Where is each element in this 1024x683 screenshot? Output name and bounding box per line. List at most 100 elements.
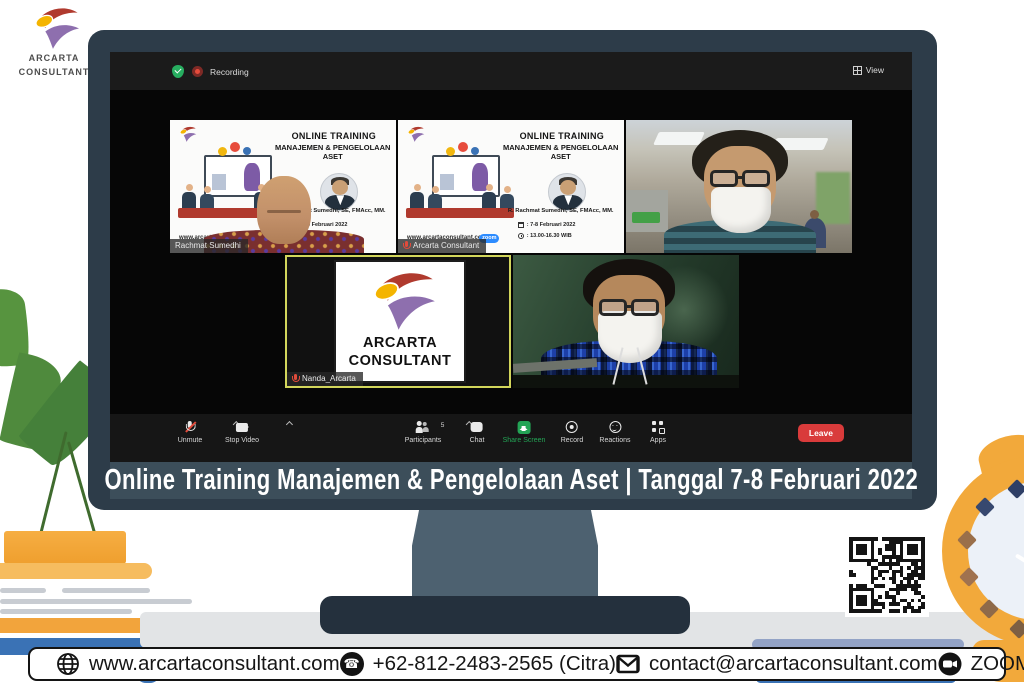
footer-website-text: www.arcartaconsultant.com: [89, 652, 340, 676]
email-icon: [616, 653, 640, 675]
arcarta-logo-icon: [405, 126, 425, 143]
share-screen-label: Share Screen: [503, 437, 546, 444]
office-background: [626, 120, 852, 253]
event-banner: Online Training Manajemen & Pengelolaan …: [110, 462, 912, 499]
paper-line: [0, 588, 46, 593]
slide-virtual-background: ONLINE TRAINING MANAJEMEN & PENGELOLAAN …: [398, 120, 624, 253]
footer-phone[interactable]: ☎ +62-812-2483-2565 (Citra): [340, 652, 616, 676]
footer-website[interactable]: www.arcartaconsultant.com: [56, 652, 340, 676]
slide-title-line2: MANAJEMEN & PENGELOLAAN ASET: [497, 143, 624, 161]
zoom-camera-icon: [938, 652, 962, 676]
zoom-meeting-window: Recording View ONLINE TRAINING MANAJEMEN…: [110, 52, 912, 462]
cabinet: [626, 190, 668, 232]
chevron-up-icon[interactable]: [286, 421, 293, 428]
illustration-dot: [218, 147, 227, 156]
leave-button[interactable]: Leave: [798, 424, 844, 442]
contact-footer: www.arcartaconsultant.com ☎ +62-812-2483…: [28, 647, 1006, 681]
slide-title-line2: MANAJEMEN & PENGELOLAAN ASET: [269, 143, 396, 161]
zoom-topbar: Recording View: [110, 52, 912, 90]
chat-icon: [471, 422, 483, 432]
participants-count: 5: [441, 422, 445, 429]
slide-title-line1: ONLINE TRAINING: [502, 131, 622, 141]
participants-label: Participants: [405, 437, 442, 444]
footer-zoom[interactable]: ZOOM: [938, 652, 1024, 676]
face-mask: [598, 311, 662, 363]
record-label: Record: [561, 437, 584, 444]
reactions-button[interactable]: Reactions: [599, 420, 630, 444]
participant-name: Nanda_Arcarta: [302, 374, 356, 383]
arcarta-logo-icon: [362, 270, 438, 334]
speaker-photo: [548, 173, 586, 211]
unmute-button[interactable]: Unmute: [178, 420, 203, 444]
muted-mic-icon: [403, 241, 409, 250]
share-screen-icon: [518, 421, 531, 434]
calendar-icon: [518, 222, 524, 228]
monitor-stand-neck: [412, 508, 598, 602]
participants-button[interactable]: 5 Participants: [405, 420, 442, 444]
illustration-dot: [230, 142, 240, 152]
green-sign: [632, 212, 660, 223]
slide-title-line1: ONLINE TRAINING: [274, 131, 394, 141]
participants-icon: [416, 421, 430, 433]
ceiling-light: [653, 132, 705, 145]
illustration-dot: [243, 147, 251, 155]
monitor-stand-base: [320, 596, 690, 634]
encryption-shield-icon: [172, 65, 184, 78]
apps-icon: [652, 421, 664, 433]
illustration-dot: [458, 142, 468, 152]
paper-line: [0, 609, 132, 614]
event-banner-text: Online Training Manajemen & Pengelolaan …: [104, 464, 918, 497]
mic-muted-icon: [185, 421, 194, 434]
arcarta-logo-card: ARCARTA CONSULTANT: [334, 260, 466, 383]
video-tile-plaid-participant[interactable]: [513, 255, 739, 388]
recording-label: Recording: [210, 67, 249, 77]
apps-label: Apps: [650, 437, 666, 444]
paper-line: [0, 599, 192, 604]
slide-time: : 13.00-16.30 WIB: [527, 233, 572, 239]
video-tile-nanda-active[interactable]: ARCARTA CONSULTANT Nanda_Arcarta: [285, 255, 511, 388]
muted-mic-icon: [292, 374, 298, 383]
chat-label: Chat: [470, 437, 485, 444]
illustration-dot: [471, 147, 479, 155]
record-icon: [566, 421, 578, 433]
footer-email[interactable]: contact@arcartaconsultant.com: [616, 652, 938, 676]
share-screen-button[interactable]: Share Screen: [503, 420, 546, 444]
reactions-label: Reactions: [599, 437, 630, 444]
gallery-view-icon: [853, 66, 862, 75]
green-wall: [816, 172, 850, 224]
unmute-label: Unmute: [178, 437, 203, 444]
slide-date: : 7-8 Februari 2022: [527, 222, 576, 228]
slide-time-row: : 13.00-16.30 WIB: [518, 233, 572, 239]
plant-pot: [4, 531, 126, 564]
video-tile-rachmat[interactable]: ONLINE TRAINING MANAJEMEN & PENGELOLAAN …: [170, 120, 396, 253]
paper-line: [62, 588, 150, 593]
video-tile-office-participant[interactable]: [626, 120, 852, 253]
view-button[interactable]: View: [853, 65, 884, 75]
footer-email-text: contact@arcartaconsultant.com: [649, 652, 938, 676]
record-button[interactable]: Record: [561, 420, 584, 444]
qr-code: [845, 533, 929, 617]
speaker-photo: [320, 173, 358, 211]
video-tile-arcarta-slide[interactable]: ONLINE TRAINING MANAJEMEN & PENGELOLAAN …: [398, 120, 624, 253]
zoom-toolbar: Unmute Stop Video 5 Participants Chat: [110, 414, 912, 462]
footer-zoom-text: ZOOM: [971, 652, 1024, 676]
stop-video-button[interactable]: Stop Video: [225, 420, 259, 444]
clock-icon: [518, 233, 524, 239]
globe-icon: [56, 652, 80, 676]
illustration-dot: [446, 147, 455, 156]
desk-edge: [513, 375, 739, 388]
slide-speaker-name: R. Rachmat Sumedhi, SE, FMAcc, MM.: [497, 208, 624, 214]
plant-pot-band: [0, 563, 152, 579]
promotional-flyer: ARCARTA CONSULTANT Recording: [0, 0, 1024, 683]
participant-name-label: Rachmat Sumedhi: [170, 239, 248, 253]
arcarta-logo-icon: [177, 126, 197, 143]
participant-name: Arcarta Consultant: [413, 241, 479, 250]
recording-indicator-icon[interactable]: [192, 66, 203, 77]
video-camera-icon: [236, 423, 248, 432]
chat-button[interactable]: Chat: [470, 420, 485, 444]
whatsapp-icon: ☎: [340, 652, 364, 676]
slide-date-row: : 7-8 Februari 2022: [518, 222, 576, 228]
card-brand-line1: ARCARTA: [363, 334, 437, 352]
apps-button[interactable]: Apps: [650, 420, 666, 444]
monitor: Recording View ONLINE TRAINING MANAJEMEN…: [88, 30, 937, 510]
